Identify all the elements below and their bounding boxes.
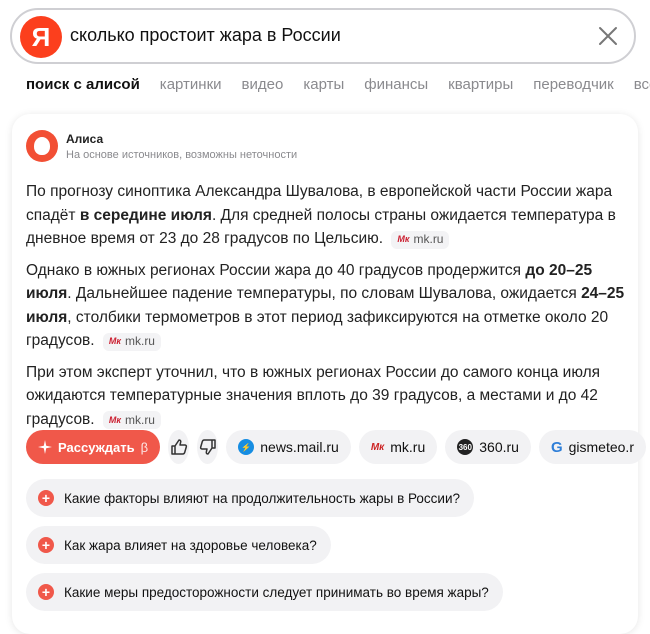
answer-paragraph: По прогнозу синоптика Александра Шувалов… bbox=[26, 180, 626, 251]
suggestion-item[interactable]: + Какие факторы влияют на продолжительно… bbox=[26, 479, 475, 517]
tab-images[interactable]: картинки bbox=[160, 76, 222, 100]
mk-icon: Мк bbox=[397, 234, 410, 244]
answer-paragraph: При этом эксперт уточнил, что в южных ре… bbox=[26, 361, 626, 432]
tab-all[interactable]: все bbox=[634, 76, 650, 100]
alice-answer-card: Алиса На основе источников, возможны нет… bbox=[12, 114, 646, 634]
dislike-button[interactable] bbox=[197, 430, 219, 464]
like-button[interactable] bbox=[168, 430, 190, 464]
search-tabs: поиск с алисой картинки видео карты фина… bbox=[26, 76, 650, 100]
reason-button[interactable]: Рассуждать β bbox=[26, 430, 161, 464]
close-icon bbox=[599, 27, 617, 45]
yandex-logo[interactable]: Я bbox=[20, 16, 62, 58]
tab-maps[interactable]: карты bbox=[303, 76, 344, 100]
tab-video[interactable]: видео bbox=[242, 76, 284, 100]
source-gismeteo[interactable]: G gismeteo.r bbox=[538, 430, 646, 464]
search-bar[interactable]: Я сколько простоит жара в России bbox=[10, 8, 636, 64]
answer-text: По прогнозу синоптика Александра Шувалов… bbox=[26, 180, 626, 439]
source-news-mail[interactable]: ⚡ news.mail.ru bbox=[226, 430, 351, 464]
source-chip-mk[interactable]: Мк mk.ru bbox=[102, 411, 161, 430]
clear-search-button[interactable] bbox=[594, 22, 622, 50]
tab-finance[interactable]: финансы bbox=[364, 76, 428, 100]
thumbs-up-icon bbox=[170, 439, 187, 455]
360-icon: 360 bbox=[457, 439, 474, 455]
thumbs-down-icon bbox=[199, 439, 216, 455]
tab-alice-search[interactable]: поиск с алисой bbox=[26, 76, 140, 100]
tab-translator[interactable]: переводчик bbox=[533, 76, 613, 100]
suggestion-item[interactable]: + Как жара влияет на здоровье человека? bbox=[26, 526, 331, 564]
plus-icon: + bbox=[38, 490, 54, 506]
mk-icon: Мк bbox=[370, 441, 385, 453]
source-chip-mk[interactable]: Мк mk.ru bbox=[102, 332, 161, 351]
alice-disclaimer: На основе источников, возможны неточност… bbox=[66, 149, 298, 161]
alice-name: Алиса bbox=[66, 132, 104, 146]
sparkle-icon bbox=[38, 440, 52, 454]
answer-paragraph: Однако в южных регионах России жара до 4… bbox=[26, 259, 626, 353]
source-mk[interactable]: Мк mk.ru bbox=[358, 430, 438, 464]
plus-icon: + bbox=[38, 584, 54, 600]
mk-icon: Мк bbox=[108, 414, 121, 425]
source-chip-mk[interactable]: Мк mk.ru bbox=[391, 230, 450, 249]
tab-apartments[interactable]: квартиры bbox=[448, 76, 513, 100]
plus-icon: + bbox=[38, 537, 54, 553]
answer-actions: Рассуждать β ⚡ news.mail.ru Мк mk.ru 360… bbox=[26, 430, 646, 464]
search-input[interactable]: сколько простоит жара в России bbox=[70, 25, 341, 46]
suggestion-item[interactable]: + Какие меры предосторожности следует пр… bbox=[26, 573, 503, 611]
alice-logo-icon bbox=[26, 130, 58, 162]
g-icon: G bbox=[550, 438, 563, 456]
lightning-icon: ⚡ bbox=[238, 439, 255, 455]
source-360[interactable]: 360 360.ru bbox=[445, 430, 531, 464]
mk-icon: Мк bbox=[108, 336, 121, 346]
